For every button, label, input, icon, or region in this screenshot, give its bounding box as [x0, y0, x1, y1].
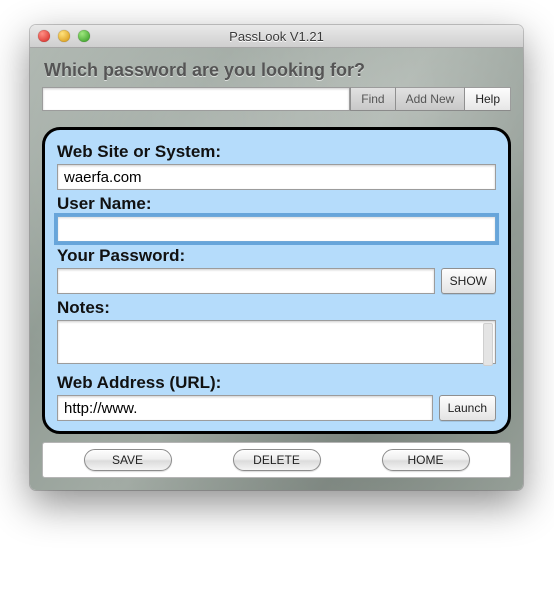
home-button[interactable]: HOME	[382, 449, 470, 471]
entry-card: Web Site or System: User Name: Your Pass…	[42, 127, 511, 434]
close-icon[interactable]	[38, 30, 50, 42]
show-password-button[interactable]: SHOW	[441, 268, 496, 294]
zoom-icon[interactable]	[78, 30, 90, 42]
window-title: PassLook V1.21	[30, 29, 523, 44]
window-controls	[38, 30, 90, 42]
search-input[interactable]	[42, 87, 350, 111]
app-window: PassLook V1.21 Which password are you lo…	[30, 25, 523, 490]
desktop-area: PassLook V1.21 Which password are you lo…	[0, 0, 554, 550]
url-label: Web Address (URL):	[57, 373, 496, 393]
find-button[interactable]: Find	[350, 87, 394, 111]
search-row: Find Add New Help	[42, 87, 511, 111]
add-new-button[interactable]: Add New	[395, 87, 465, 111]
window-body: Which password are you looking for? Find…	[30, 48, 523, 490]
launch-button[interactable]: Launch	[439, 395, 496, 421]
website-label: Web Site or System:	[57, 142, 496, 162]
notes-field[interactable]	[57, 320, 496, 364]
search-heading: Which password are you looking for?	[44, 60, 511, 81]
save-button[interactable]: SAVE	[84, 449, 172, 471]
action-bar: SAVE DELETE HOME	[42, 442, 511, 478]
titlebar: PassLook V1.21	[30, 25, 523, 48]
password-field[interactable]	[57, 268, 435, 294]
help-button[interactable]: Help	[464, 87, 511, 111]
website-field[interactable]	[57, 164, 496, 190]
notes-wrapper	[57, 320, 496, 369]
password-label: Your Password:	[57, 246, 496, 266]
username-label: User Name:	[57, 194, 496, 214]
username-field[interactable]	[57, 216, 496, 242]
delete-button[interactable]: DELETE	[233, 449, 321, 471]
notes-label: Notes:	[57, 298, 496, 318]
url-field[interactable]	[57, 395, 433, 421]
minimize-icon[interactable]	[58, 30, 70, 42]
